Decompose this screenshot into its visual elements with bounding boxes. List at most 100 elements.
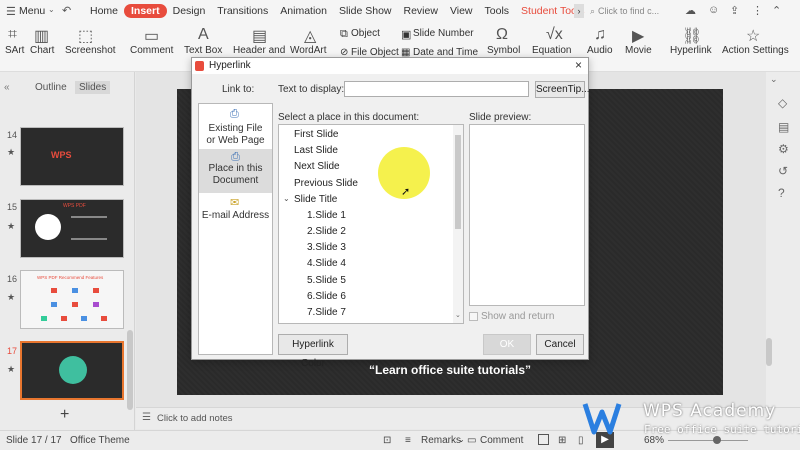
collapse-ribbon-icon[interactable]: ⌃ [772, 4, 781, 17]
email-address-option[interactable]: E-mail Address [199, 210, 272, 222]
slide-number-icon[interactable]: ▣ [401, 28, 411, 41]
symbol-button[interactable]: Symbol [487, 45, 520, 56]
scroll-down-icon[interactable]: ⌄ [455, 311, 461, 319]
place-first-slide[interactable]: First Slide [294, 129, 338, 140]
equation-button[interactable]: Equation [532, 45, 571, 56]
place-previous-slide[interactable]: Previous Slide [294, 178, 358, 189]
tab-insert[interactable]: Insert [124, 4, 167, 18]
tab-tools[interactable]: Tools [479, 5, 516, 17]
textbox-icon[interactable]: A [198, 26, 209, 44]
audio-button[interactable]: Audio [587, 45, 613, 56]
remarks-icon[interactable]: ≡ [405, 435, 411, 446]
place-in-document-option[interactable]: ⎙ Place in this Document [199, 149, 272, 193]
user-icon[interactable]: ☺ [708, 4, 719, 16]
find-box[interactable]: ⌕ Click to find c... [590, 4, 668, 18]
zoom-slider[interactable] [668, 440, 748, 441]
scrollbar[interactable] [127, 330, 133, 410]
action-settings-icon[interactable]: ☆ [746, 26, 760, 46]
slide-sorter-icon[interactable]: ⊞ [558, 435, 566, 446]
help-icon[interactable]: ? [778, 186, 785, 200]
hyperlink-color-button[interactable]: Hyperlink Color [278, 334, 348, 369]
history-icon[interactable]: ↺ [778, 164, 788, 178]
cloud-icon[interactable]: ☁ [685, 4, 696, 17]
comment-button[interactable]: Comment [480, 435, 523, 446]
header-footer-icon[interactable]: ▤ [252, 26, 267, 46]
slide-entry[interactable]: 6.Slide 6 [307, 291, 346, 302]
chart-icon[interactable]: ▥ [34, 26, 49, 46]
layout-icon[interactable]: ▤ [778, 120, 789, 134]
menu-button[interactable]: Menu [19, 5, 45, 17]
place-last-slide[interactable]: Last Slide [294, 145, 338, 156]
undo-icon[interactable]: ↶ [62, 4, 71, 17]
chevron-down-icon[interactable]: ⌄ [283, 194, 290, 203]
slide-entry[interactable]: 5.Slide 5 [307, 275, 346, 286]
smartart-button[interactable]: SArt [5, 45, 24, 56]
screentip-button[interactable]: ScreenTip... [535, 81, 590, 98]
object-icon[interactable]: ⧉ [340, 28, 348, 41]
tab-slide-show[interactable]: Slide Show [333, 5, 398, 17]
chevron-right-icon[interactable]: › [574, 4, 584, 18]
audio-icon[interactable]: ♫ [594, 26, 606, 44]
scrollbar[interactable] [766, 338, 772, 366]
hamburger-icon[interactable]: ☰ [6, 5, 16, 18]
theme-name[interactable]: Office Theme [70, 435, 130, 446]
movie-icon[interactable]: ▶ [632, 26, 644, 46]
scrollbar-thumb[interactable] [455, 135, 461, 229]
textbox-button[interactable]: Text Box [184, 45, 222, 56]
more-icon[interactable]: ⋮ [752, 4, 763, 17]
hyperlink-button[interactable]: Hyperlink [670, 45, 712, 56]
slide-thumbnail-17[interactable] [20, 341, 124, 400]
protect-icon[interactable]: ⊡ [383, 435, 391, 446]
add-slide-button[interactable]: + [60, 406, 69, 424]
close-icon[interactable]: × [575, 58, 582, 72]
wordart-button[interactable]: WordArt [290, 45, 327, 56]
header-footer-button[interactable]: Header and [233, 45, 285, 56]
share-icon[interactable]: ⇪ [730, 4, 739, 17]
object-button[interactable]: Object [351, 28, 380, 39]
remarks-button[interactable]: Remarks [421, 435, 461, 446]
tab-transitions[interactable]: Transitions [211, 5, 274, 17]
screenshot-button[interactable]: Screenshot [65, 45, 116, 56]
wordart-icon[interactable]: ◬ [304, 26, 316, 46]
hyperlink-icon[interactable]: ⛓ [682, 26, 702, 46]
tab-view[interactable]: View [444, 5, 479, 17]
collapse-panel-icon[interactable]: « [4, 82, 10, 93]
slide-number-button[interactable]: Slide Number [413, 28, 474, 39]
slide-entry[interactable]: 7.Slide 7 [307, 307, 346, 318]
comment-icon[interactable]: ▭ [467, 435, 476, 446]
comment-button[interactable]: Comment [130, 45, 173, 56]
cancel-button[interactable]: Cancel [536, 334, 584, 355]
movie-button[interactable]: Movie [625, 45, 652, 56]
chevron-down-icon[interactable]: ⌄ [48, 5, 55, 14]
slide-entry[interactable]: 2.Slide 2 [307, 226, 346, 237]
existing-file-option[interactable]: Existing File or Web Page [199, 123, 272, 147]
tab-review[interactable]: Review [398, 5, 444, 17]
slide-thumbnail-14[interactable]: WPS [20, 127, 124, 186]
equation-icon[interactable]: √x [546, 26, 563, 44]
chevron-down-icon[interactable]: ⌄ [770, 74, 778, 85]
slide-thumbnail-16[interactable]: WPS PDF Recommend Features [20, 270, 124, 329]
chart-button[interactable]: Chart [30, 45, 54, 56]
normal-view-icon[interactable] [538, 434, 549, 445]
tab-design[interactable]: Design [167, 5, 212, 17]
ok-button[interactable]: OK [483, 334, 531, 355]
tab-outline[interactable]: Outline [35, 82, 67, 93]
settings-icon[interactable]: ⚙ [778, 142, 789, 156]
tab-home[interactable]: Home [84, 5, 124, 17]
place-next-slide[interactable]: Next Slide [294, 161, 340, 172]
text-to-display-input[interactable] [344, 81, 529, 97]
slide-entry[interactable]: 3.Slide 3 [307, 242, 346, 253]
show-and-return-checkbox[interactable] [469, 312, 478, 321]
comment-icon[interactable]: ▭ [144, 26, 159, 46]
tab-slides[interactable]: Slides [75, 81, 111, 94]
chevron-down-icon[interactable]: ⌄ [458, 435, 465, 444]
slide-thumbnail-15[interactable]: WPS PDF [20, 199, 124, 258]
smartart-icon[interactable]: ⌗ [8, 26, 17, 44]
dialog-titlebar[interactable]: Hyperlink × [192, 58, 588, 74]
place-slide-title[interactable]: Slide Title [294, 194, 337, 205]
tab-animation[interactable]: Animation [274, 5, 333, 17]
action-settings-button[interactable]: Action Settings [722, 45, 789, 56]
place-tree-list[interactable]: First Slide Last Slide Next Slide Previo… [278, 124, 464, 324]
screenshot-icon[interactable]: ⬚ [78, 26, 93, 46]
slide-entry[interactable]: 4.Slide 4 [307, 258, 346, 269]
